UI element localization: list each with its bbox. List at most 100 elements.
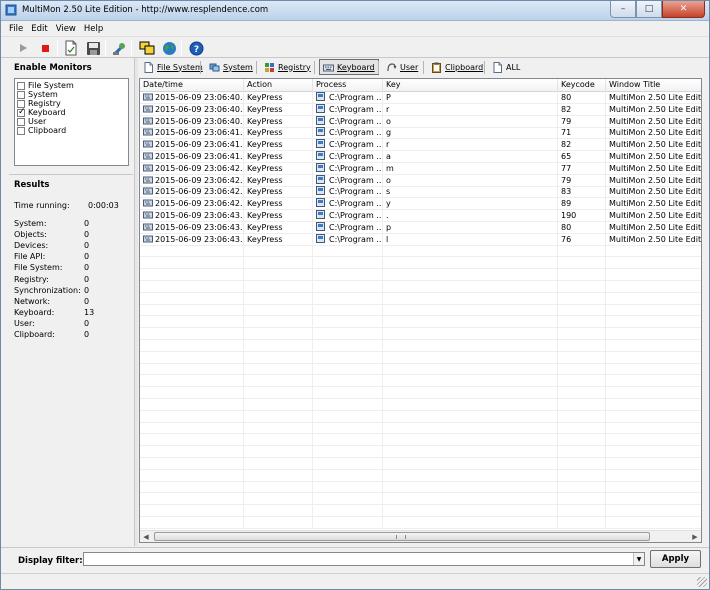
monitor-user[interactable]: User: [17, 117, 126, 126]
cell-text: g: [386, 128, 392, 138]
table-cell: [383, 245, 558, 257]
windows-button[interactable]: [137, 39, 157, 57]
start-button[interactable]: [13, 39, 33, 57]
scroll-right-icon[interactable]: ▶: [689, 531, 701, 542]
close-button[interactable]: ✕: [662, 1, 705, 18]
scroll-left-icon[interactable]: ◀: [140, 531, 152, 542]
new-button[interactable]: [61, 39, 81, 57]
cell-text: p: [386, 222, 392, 232]
monitors-list: File System System Registry Keyboard Use…: [14, 78, 129, 166]
table-cell: [313, 316, 383, 328]
counter-label: Synchronization:: [14, 285, 81, 295]
filter-all-button[interactable]: ALL: [489, 59, 523, 75]
filter-registry-button[interactable]: Registry: [261, 59, 314, 75]
monitor-checkbox[interactable]: [17, 90, 25, 99]
process-icon: [316, 198, 325, 208]
counter-label: Keyboard:: [14, 307, 55, 317]
column-header-datetime[interactable]: Date/time: [140, 79, 244, 92]
monitor-registry[interactable]: Registry: [17, 99, 126, 108]
table-row[interactable]: 2015-06-09 23:06:43.9... KeyPress C:\Progr…: [140, 221, 701, 234]
monitor-label: Keyboard: [28, 108, 66, 117]
monitor-checkbox[interactable]: [17, 126, 25, 135]
table-row: [140, 446, 701, 458]
table-row[interactable]: 2015-06-09 23:06:42.3... KeyPress C:\Progr…: [140, 198, 701, 211]
filter-keyboard-button[interactable]: Keyboard: [319, 59, 379, 75]
cell-text: KeyPress: [247, 199, 283, 209]
filter-clipboard-button[interactable]: Clipboard: [428, 59, 486, 75]
resize-grip-icon[interactable]: [697, 577, 707, 587]
event-list[interactable]: Date/time Action Process Key Keycode Win…: [139, 78, 702, 543]
help-button[interactable]: ?: [186, 39, 206, 57]
monitor-checkbox[interactable]: [17, 81, 25, 90]
table-cell: 89: [558, 198, 606, 210]
table-row[interactable]: 2015-06-09 23:06:43.7... KeyPress C:\Progr…: [140, 210, 701, 222]
table-row[interactable]: 2015-06-09 23:06:43.9... KeyPress C:\Progr…: [140, 233, 701, 246]
table-cell: [313, 434, 383, 446]
cell-text: C:\Program ...: [329, 140, 383, 150]
filter-file-system-button[interactable]: File System: [140, 59, 206, 75]
column-header-action[interactable]: Action: [244, 79, 313, 92]
table-cell: [558, 257, 606, 269]
cell-text: a: [386, 152, 391, 161]
table-row[interactable]: 2015-06-09 23:06:42.9... KeyPress C:\Progr…: [140, 162, 701, 175]
table-cell: 80: [558, 92, 606, 103]
table-cell: 2015-06-09 23:06:41.1...: [140, 139, 244, 151]
filter-system-button[interactable]: System: [206, 59, 256, 75]
save-button[interactable]: [83, 39, 103, 57]
table-row[interactable]: 2015-06-09 23:06:42.0... KeyPress C:\Progr…: [140, 174, 701, 187]
table-row[interactable]: 2015-06-09 23:06:42.1... KeyPress C:\Progr…: [140, 186, 701, 199]
monitor-checkbox[interactable]: [17, 107, 26, 117]
monitor-checkbox[interactable]: [17, 117, 25, 126]
maximize-button[interactable]: □: [636, 1, 662, 18]
stop-button[interactable]: [35, 39, 55, 57]
table-row[interactable]: 2015-06-09 23:06:40.6... KeyPress C:\Progr…: [140, 103, 701, 116]
table-row[interactable]: 2015-06-09 23:06:41.1... KeyPress C:\Progr…: [140, 151, 701, 163]
options-button[interactable]: [109, 39, 129, 57]
table-cell: [383, 292, 558, 304]
app-icon: [5, 4, 17, 16]
menu-edit[interactable]: Edit: [27, 24, 51, 34]
website-button[interactable]: [159, 39, 179, 57]
cell-text: KeyPress: [247, 140, 283, 150]
monitor-file-system[interactable]: File System: [17, 81, 126, 90]
horizontal-scrollbar[interactable]: ◀ ▶: [140, 530, 701, 542]
menu-file[interactable]: File: [5, 24, 27, 34]
counter-value: 0: [84, 318, 90, 328]
minimize-button[interactable]: –: [610, 1, 636, 18]
apply-button[interactable]: Apply: [650, 550, 701, 568]
column-header-window-title[interactable]: Window Title: [606, 79, 701, 92]
column-header-process[interactable]: Process: [313, 79, 383, 92]
table-row[interactable]: 2015-06-09 23:06:40.7... KeyPress C:\Progr…: [140, 115, 701, 128]
monitor-system[interactable]: System: [17, 90, 126, 99]
cell-text: C:\Program ...: [329, 187, 383, 197]
vertical-splitter[interactable]: [134, 58, 138, 546]
enable-monitors-title: Enable Monitors: [14, 63, 92, 73]
table-row[interactable]: 2015-06-09 23:06:41.1... KeyPress C:\Progr…: [140, 139, 701, 152]
new-document-icon: [65, 40, 77, 56]
table-cell: r: [383, 139, 558, 151]
counter-value: 0: [84, 285, 90, 295]
title-bar[interactable]: MultiMon 2.50 Lite Edition - http://www.…: [1, 1, 709, 21]
menu-help[interactable]: Help: [80, 24, 107, 34]
table-row[interactable]: 2015-06-09 23:06:40.4... KeyPress C:\Progr…: [140, 92, 701, 104]
monitor-label: Clipboard: [28, 126, 67, 135]
column-header-keycode[interactable]: Keycode: [558, 79, 606, 92]
table-cell: [383, 339, 558, 351]
keyboard-event-icon: [143, 93, 153, 101]
monitor-keyboard[interactable]: Keyboard: [17, 107, 126, 117]
scroll-thumb[interactable]: [154, 532, 650, 541]
table-cell: [140, 410, 244, 422]
process-icon: [316, 139, 325, 149]
monitor-clipboard[interactable]: Clipboard: [17, 126, 126, 135]
column-header-key[interactable]: Key: [383, 79, 558, 92]
table-cell: [140, 328, 244, 339]
display-filter-combo[interactable]: ▼: [83, 552, 645, 566]
chevron-down-icon[interactable]: ▼: [633, 553, 644, 565]
cell-text: 2015-06-09 23:06:42.3...: [155, 199, 243, 209]
filter-user-button[interactable]: User: [383, 59, 421, 75]
table-cell: KeyPress: [244, 198, 313, 210]
table-cell: o: [383, 115, 558, 127]
table-row[interactable]: 2015-06-09 23:06:41.9... KeyPress C:\Progr…: [140, 127, 701, 140]
table-cell: 2015-06-09 23:06:42.1...: [140, 186, 244, 198]
menu-view[interactable]: View: [52, 24, 80, 34]
